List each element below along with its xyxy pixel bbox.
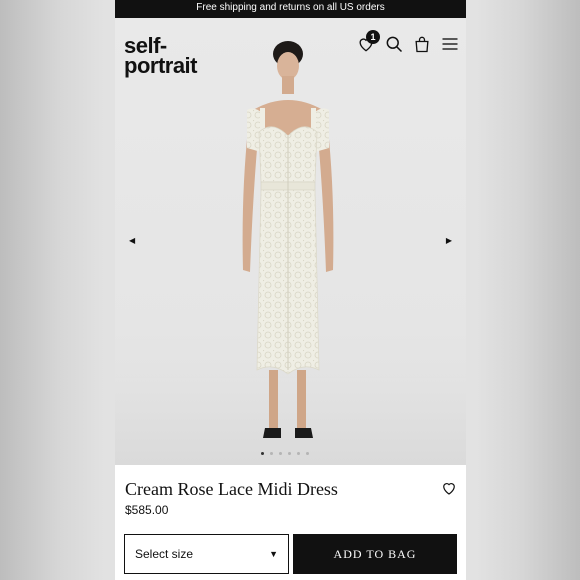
product-info: Cream Rose Lace Midi Dress $585.00 Selec… bbox=[115, 465, 466, 580]
wishlist-count-badge: 1 bbox=[366, 30, 380, 44]
promo-banner: Free shipping and returns on all US orde… bbox=[115, 0, 466, 18]
shopping-bag-icon[interactable] bbox=[412, 34, 432, 54]
gallery-prev-arrow[interactable]: ◀ bbox=[129, 236, 135, 245]
gallery-dot[interactable] bbox=[306, 452, 309, 455]
search-icon[interactable] bbox=[384, 34, 404, 54]
size-select[interactable]: Select size ▼ bbox=[124, 534, 289, 574]
add-to-bag-button[interactable]: ADD TO BAG bbox=[293, 534, 457, 574]
logo-line-2: portrait bbox=[124, 53, 198, 78]
gallery-next-arrow[interactable]: ▶ bbox=[446, 236, 452, 245]
wishlist-heart-icon[interactable]: 1 bbox=[356, 30, 380, 54]
brand-logo[interactable]: self- portrait bbox=[124, 35, 198, 78]
gallery-pagination[interactable] bbox=[261, 452, 309, 455]
gallery-dot[interactable] bbox=[270, 452, 273, 455]
model-photo bbox=[242, 41, 334, 438]
gallery-dot[interactable] bbox=[279, 452, 282, 455]
product-price: $585.00 bbox=[125, 503, 169, 517]
header-actions: 1 bbox=[356, 30, 460, 54]
gallery-dot[interactable] bbox=[261, 452, 264, 455]
product-title: Cream Rose Lace Midi Dress bbox=[125, 479, 338, 499]
dropdown-caret-icon: ▼ bbox=[269, 549, 278, 559]
size-select-label: Select size bbox=[135, 547, 194, 561]
hamburger-menu-icon[interactable] bbox=[440, 34, 460, 54]
gallery-dot[interactable] bbox=[288, 452, 291, 455]
gallery-dot[interactable] bbox=[297, 452, 300, 455]
phone-screen: Free shipping and returns on all US orde… bbox=[115, 0, 466, 580]
add-to-wishlist-heart-icon[interactable] bbox=[440, 479, 458, 497]
product-image-gallery[interactable]: self- portrait 1 ◀ ▶ bbox=[115, 18, 466, 465]
